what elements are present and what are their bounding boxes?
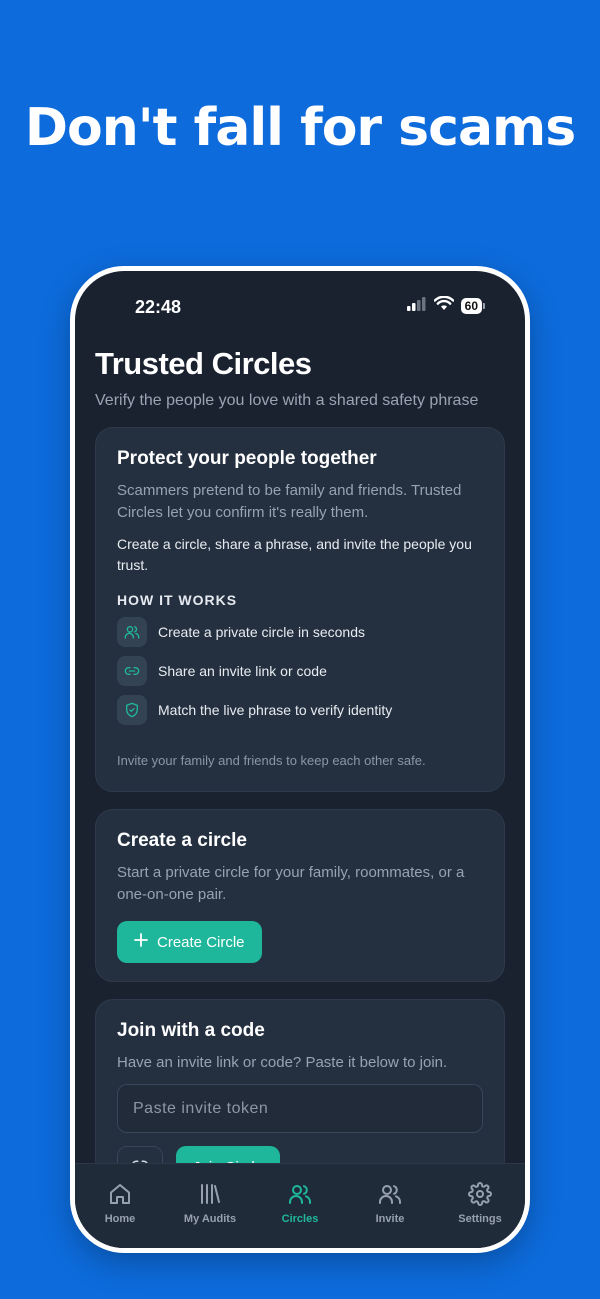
app-screen: 22:48 60 Trusted Circles Verify the peop…	[75, 271, 525, 1248]
page-title: Trusted Circles	[95, 346, 312, 381]
create-card-description: Start a private circle for your family, …	[117, 864, 465, 903]
step-item: Match the live phrase to verify identity	[117, 695, 483, 725]
page-subtitle: Verify the people you love with a shared…	[95, 392, 479, 409]
users-icon	[117, 617, 147, 647]
create-circle-label: Create Circle	[157, 933, 245, 951]
signal-icon	[406, 296, 427, 316]
tab-label: Circles	[281, 1213, 319, 1225]
main-content: Trusted Circles Verify the people you lo…	[95, 346, 505, 1248]
battery-icon: 60	[460, 298, 485, 314]
create-circle-card: Create a circle Start a private circle f…	[95, 809, 505, 982]
step-item: Share an invite link or code	[117, 656, 483, 686]
status-time: 22:48	[135, 297, 182, 317]
tab-settings[interactable]: Settings	[435, 1182, 525, 1248]
intro-card-footnote: Invite your family and friends to keep e…	[117, 753, 426, 768]
step-text: Match the live phrase to verify identity	[158, 702, 393, 718]
tab-label: Invite	[375, 1213, 405, 1225]
shield-check-icon	[117, 695, 147, 725]
battery-level: 60	[460, 298, 482, 314]
join-card-description: Have an invite link or code? Paste it be…	[117, 1054, 448, 1071]
link-icon	[117, 656, 147, 686]
tab-home[interactable]: Home	[75, 1182, 165, 1248]
phone-frame: 22:48 60 Trusted Circles Verify the peop…	[70, 266, 530, 1253]
tab-my-audits[interactable]: My Audits	[165, 1182, 255, 1248]
tab-circles[interactable]: Circles	[255, 1182, 345, 1248]
tab-invite[interactable]: Invite	[345, 1182, 435, 1248]
tab-label: Settings	[458, 1213, 502, 1225]
step-text: Create a private circle in seconds	[158, 624, 365, 640]
tab-label: My Audits	[183, 1213, 237, 1225]
users-icon	[378, 1182, 402, 1209]
intro-card: Protect your people together Scammers pr…	[95, 427, 505, 792]
library-icon	[198, 1182, 222, 1209]
gear-icon	[468, 1182, 492, 1209]
promo-headline: Don't fall for scams	[24, 98, 576, 158]
status-bar: 22:48 60	[75, 271, 525, 339]
intro-card-description: Scammers pretend to be family and friend…	[117, 482, 462, 521]
step-item: Create a private circle in seconds	[117, 617, 483, 647]
how-it-works-label: HOW IT WORKS	[117, 592, 238, 608]
join-card-title: Join with a code	[117, 1020, 265, 1041]
intro-card-title: Protect your people together	[117, 448, 377, 469]
tab-bar: Home My Audits Circles Invite Settings	[75, 1163, 525, 1248]
users-icon	[288, 1182, 312, 1209]
home-icon	[108, 1182, 132, 1209]
wifi-icon	[433, 295, 454, 316]
invite-token-input[interactable]: Paste invite token	[117, 1084, 483, 1133]
plus-icon	[134, 933, 148, 951]
create-circle-button[interactable]: Create Circle	[117, 921, 262, 963]
status-icons: 60	[406, 295, 485, 316]
step-text: Share an invite link or code	[158, 663, 327, 679]
tab-label: Home	[104, 1213, 136, 1225]
intro-card-body: Create a circle, share a phrase, and inv…	[117, 536, 472, 573]
create-card-title: Create a circle	[117, 830, 247, 851]
